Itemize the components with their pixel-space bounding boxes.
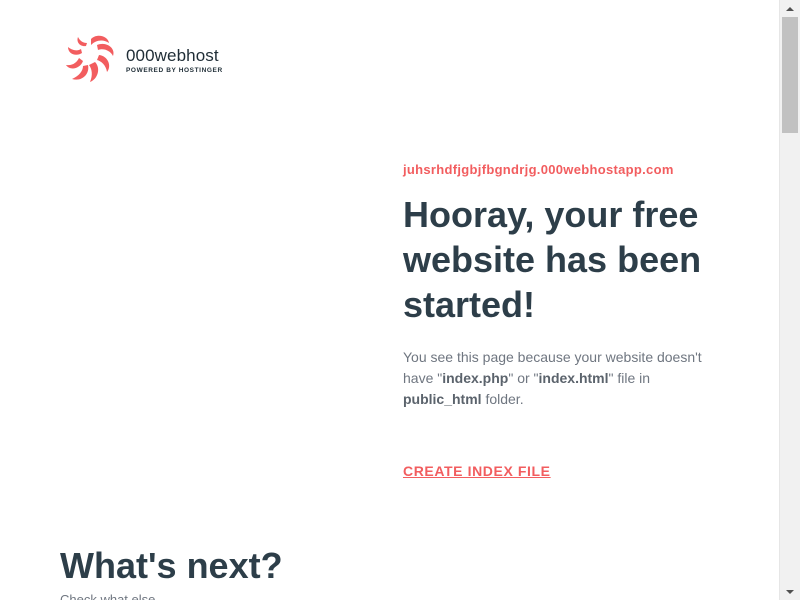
logo-text: 000webhost POWERED BY HOSTINGER bbox=[126, 45, 223, 74]
desc-file-index-html: index.html bbox=[538, 370, 609, 386]
vertical-scrollbar[interactable] bbox=[779, 0, 800, 600]
page-description: You see this page because your website d… bbox=[403, 347, 723, 410]
000webhost-swirl-logo-icon bbox=[66, 35, 114, 82]
arrow-up-icon bbox=[786, 6, 794, 11]
arrow-down-icon bbox=[786, 589, 794, 594]
desc-text-2: " or " bbox=[508, 370, 539, 386]
brand-name: 000webhost bbox=[126, 45, 219, 65]
desc-text-4: folder. bbox=[481, 391, 524, 407]
whats-next-heading: What's next? bbox=[60, 545, 283, 586]
desc-file-index-php: index.php bbox=[442, 370, 509, 386]
site-domain: juhsrhdfjgbjfbgndrjg.000webhostapp.com bbox=[403, 162, 674, 177]
page-headline: Hooray, your free website has been start… bbox=[403, 194, 702, 325]
desc-folder-public-html: public_html bbox=[403, 391, 482, 407]
desc-text-3: " file in bbox=[608, 370, 651, 386]
brand-logo[interactable]: 000webhost POWERED BY HOSTINGER bbox=[64, 34, 223, 86]
whats-next-subtitle: Check what else... bbox=[60, 592, 167, 600]
create-index-file-link[interactable]: CREATE INDEX FILE bbox=[403, 463, 551, 479]
scroll-up-button[interactable] bbox=[780, 0, 800, 17]
page: 000webhost POWERED BY HOSTINGER juhsrhdf… bbox=[0, 0, 779, 600]
scroll-down-button[interactable] bbox=[780, 583, 800, 600]
brand-tagline: POWERED BY HOSTINGER bbox=[126, 66, 223, 74]
scrollbar-thumb[interactable] bbox=[782, 17, 798, 133]
